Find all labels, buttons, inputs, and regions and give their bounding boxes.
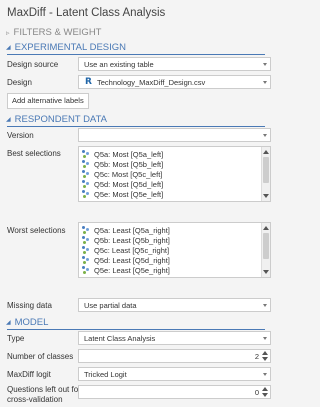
section-filters-weight[interactable]: ▹ FILTERS & WEIGHT <box>6 27 101 38</box>
scrollbar[interactable] <box>261 147 270 201</box>
design-dropdown[interactable]: R Technology_MaxDiff_Design.csv <box>78 75 271 89</box>
list-item[interactable]: Q5b: Most [Q5b_left] <box>82 159 163 169</box>
maxdiff-logit-dropdown[interactable]: Tricked Logit <box>78 367 271 381</box>
chevron-down-icon: ◢ <box>6 117 11 123</box>
number-of-classes-value: 2 <box>254 352 259 361</box>
section-model-label: MODEL <box>14 317 49 328</box>
maxdiff-logit-label: MaxDiff logit <box>7 370 51 379</box>
worst-selections-label: Worst selections <box>7 226 66 235</box>
scroll-thumb[interactable] <box>263 157 269 183</box>
scroll-down-icon[interactable] <box>263 270 269 274</box>
section-model[interactable]: ◢ MODEL <box>6 317 48 328</box>
scroll-up-icon[interactable] <box>263 150 269 154</box>
section-divider <box>7 54 265 55</box>
list-item[interactable]: Q5b: Least [Q5b_right] <box>82 235 170 245</box>
section-divider <box>7 126 265 127</box>
r-logo-icon: R <box>85 77 92 87</box>
number-of-classes-stepper[interactable]: 2 <box>78 349 271 363</box>
dropdown-arrow-icon <box>263 63 267 66</box>
list-item[interactable]: Q5c: Most [Q5c_left] <box>82 169 162 179</box>
type-value: Latent Class Analysis <box>84 334 156 343</box>
list-item[interactable]: Q5d: Most [Q5d_left] <box>82 179 163 189</box>
dropdown-arrow-icon <box>263 337 267 340</box>
section-respondent-data[interactable]: ◢ RESPONDENT DATA <box>6 114 107 125</box>
dropdown-arrow-icon <box>263 134 267 137</box>
chevron-down-icon: ◢ <box>6 45 11 51</box>
section-experimental-design[interactable]: ◢ EXPERIMENTAL DESIGN <box>6 42 126 53</box>
questions-left-out-label: Questions left out for cross-validation <box>7 385 81 404</box>
section-filters-label: FILTERS & WEIGHT <box>13 27 102 38</box>
spin-arrows-icon[interactable] <box>262 351 268 361</box>
number-of-classes-label: Number of classes <box>7 352 74 361</box>
variable-icon <box>82 160 90 168</box>
version-dropdown[interactable] <box>78 128 271 142</box>
variable-icon <box>82 226 90 234</box>
maxdiff-panel: MaxDiff - Latent Class Analysis ▹ FILTERS… <box>0 0 273 407</box>
chevron-right-icon: ▹ <box>6 30 10 37</box>
variable-icon <box>82 190 90 198</box>
questions-left-out-stepper[interactable]: 0 <box>78 385 271 399</box>
best-selections-label: Best selections <box>7 149 61 158</box>
scroll-up-icon[interactable] <box>263 226 269 230</box>
design-source-label: Design source <box>7 60 59 69</box>
variable-icon <box>82 266 90 274</box>
scrollbar[interactable] <box>261 223 270 277</box>
questions-left-out-value: 0 <box>254 388 259 397</box>
list-item[interactable]: Q5e: Most [Q5e_left] <box>82 189 163 199</box>
design-source-value: Use an existing table <box>84 60 154 69</box>
missing-data-value: Use partial data <box>84 301 137 310</box>
worst-selections-list[interactable]: Q5a: Least [Q5a_right] Q5b: Least [Q5b_r… <box>78 222 271 278</box>
scroll-thumb[interactable] <box>263 233 269 259</box>
variable-icon <box>82 246 90 254</box>
dropdown-arrow-icon <box>263 81 267 84</box>
section-respondent-label: RESPONDENT DATA <box>14 114 107 125</box>
maxdiff-logit-value: Tricked Logit <box>84 370 127 379</box>
list-item[interactable]: Q5c: Least [Q5c_right] <box>82 245 169 255</box>
design-label: Design <box>7 78 32 87</box>
best-selections-list[interactable]: Q5a: Most [Q5a_left] Q5b: Most [Q5b_left… <box>78 146 271 202</box>
variable-icon <box>82 180 90 188</box>
list-item[interactable]: Q5a: Most [Q5a_left] <box>82 149 163 159</box>
variable-icon <box>82 170 90 178</box>
variable-icon <box>82 256 90 264</box>
missing-data-dropdown[interactable]: Use partial data <box>78 298 271 312</box>
variable-icon <box>82 236 90 244</box>
list-item[interactable]: Q5a: Least [Q5a_right] <box>82 225 170 235</box>
dropdown-arrow-icon <box>263 373 267 376</box>
panel-title: MaxDiff - Latent Class Analysis <box>7 7 166 19</box>
dropdown-arrow-icon <box>263 304 267 307</box>
list-item[interactable]: Q5d: Least [Q5d_right] <box>82 255 170 265</box>
variable-icon <box>82 150 90 158</box>
spin-arrows-icon[interactable] <box>262 387 268 397</box>
version-label: Version <box>7 131 34 140</box>
missing-data-label: Missing data <box>7 301 52 310</box>
design-source-dropdown[interactable]: Use an existing table <box>78 57 271 71</box>
list-item[interactable]: Q5e: Least [Q5e_right] <box>82 265 170 275</box>
scroll-down-icon[interactable] <box>263 194 269 198</box>
section-divider <box>7 329 265 330</box>
type-dropdown[interactable]: Latent Class Analysis <box>78 331 271 345</box>
chevron-down-icon: ◢ <box>6 320 11 326</box>
section-experimental-label: EXPERIMENTAL DESIGN <box>14 42 127 53</box>
type-label: Type <box>7 334 25 343</box>
design-value: Technology_MaxDiff_Design.csv <box>97 78 206 87</box>
add-alternative-labels-button[interactable]: Add alternative labels <box>7 93 89 109</box>
